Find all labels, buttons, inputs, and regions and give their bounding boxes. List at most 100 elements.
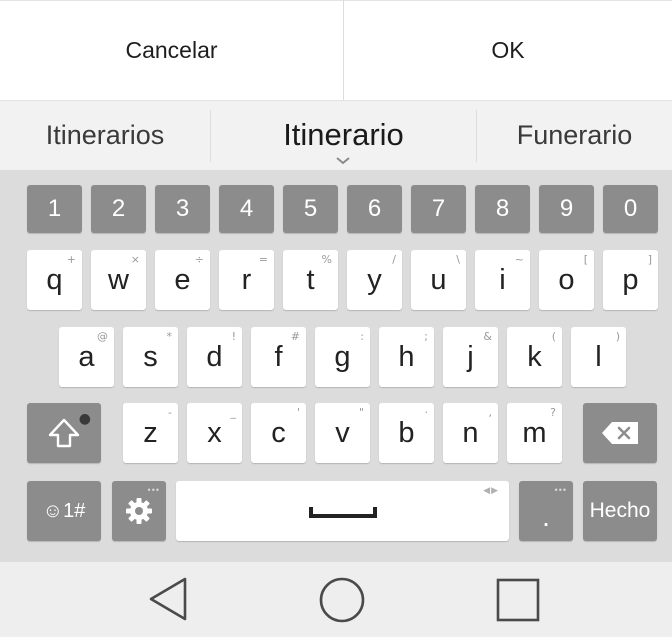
key-hint: @: [97, 330, 108, 343]
key-u[interactable]: u \: [411, 250, 466, 310]
key-6[interactable]: 6: [347, 185, 402, 233]
backspace-key[interactable]: [583, 403, 657, 463]
key-r[interactable]: r =: [219, 250, 274, 310]
key-hint: ]: [647, 253, 652, 266]
done-key[interactable]: Hecho: [583, 481, 657, 541]
back-triangle-icon[interactable]: [145, 575, 191, 623]
cancel-button[interactable]: Cancelar: [0, 0, 344, 100]
shift-icon: [48, 418, 80, 448]
key-4[interactable]: 4: [219, 185, 274, 233]
chevron-down-icon[interactable]: [331, 153, 355, 167]
key-label: x: [207, 416, 222, 449]
key-label: y: [367, 263, 382, 296]
key-f[interactable]: f #: [251, 327, 306, 387]
key-p[interactable]: p]: [603, 250, 658, 310]
key-x[interactable]: x _: [187, 403, 242, 463]
key-g[interactable]: g:: [315, 327, 370, 387]
home-circle-icon[interactable]: [318, 576, 366, 624]
key-w[interactable]: w ×: [91, 250, 146, 310]
more-dots-icon: •••: [554, 485, 567, 495]
key-label: k: [527, 340, 542, 373]
recents-square-icon[interactable]: [495, 577, 541, 623]
key-7[interactable]: 7: [411, 185, 466, 233]
key-label: m: [522, 416, 547, 449]
key-i[interactable]: i ~: [475, 250, 530, 310]
key-5[interactable]: 5: [283, 185, 338, 233]
key-hint: _: [230, 406, 237, 419]
settings-key[interactable]: •••: [112, 481, 166, 541]
space-key[interactable]: ◀▶: [176, 481, 509, 541]
key-8[interactable]: 8: [475, 185, 530, 233]
key-3[interactable]: 3: [155, 185, 210, 233]
suggestion-left[interactable]: Itinerarios: [0, 100, 210, 170]
key-hint: +: [66, 253, 76, 266]
key-label: q: [46, 263, 63, 296]
key-b[interactable]: b ·: [379, 403, 434, 463]
shift-indicator-dot: ●: [78, 411, 91, 427]
key-e[interactable]: e ÷: [155, 250, 210, 310]
key-hint: :: [360, 330, 364, 343]
emoji-symbols-key[interactable]: ☺1#: [27, 481, 101, 541]
key-hint: ?: [550, 406, 556, 419]
key-label: c: [271, 416, 286, 449]
key-0[interactable]: 0: [603, 185, 658, 233]
key-label: n: [462, 416, 479, 449]
key-hint: ·: [424, 406, 429, 419]
cursor-arrows-icon: ◀▶: [483, 485, 499, 495]
key-hint: ×: [130, 253, 140, 266]
key-n[interactable]: n,: [443, 403, 498, 463]
key-label: v: [335, 416, 350, 449]
key-hint: ~: [514, 253, 524, 266]
key-label: p: [622, 263, 639, 296]
key-hint: [: [583, 253, 588, 266]
key-label: d: [206, 340, 223, 373]
key-h[interactable]: h;: [379, 327, 434, 387]
key-label: f: [274, 340, 283, 373]
key-s[interactable]: s *: [123, 327, 178, 387]
more-dots-icon: •••: [147, 485, 160, 495]
key-label: e: [174, 263, 191, 296]
backspace-icon: [602, 422, 638, 444]
key-hint: %: [321, 253, 332, 266]
key-hint: \: [456, 253, 460, 266]
key-9[interactable]: 9: [539, 185, 594, 233]
key-z[interactable]: z-: [123, 403, 178, 463]
key-hint: (: [551, 330, 556, 343]
space-icon: [308, 507, 377, 518]
period-key[interactable]: ••• .: [519, 481, 573, 541]
key-hint: =: [258, 253, 268, 266]
key-label: g: [334, 340, 351, 373]
key-label: l: [595, 340, 602, 373]
key-hint: ": [358, 406, 364, 419]
shift-key[interactable]: ●: [27, 403, 101, 463]
key-a[interactable]: a @: [59, 327, 114, 387]
key-k[interactable]: k(: [507, 327, 562, 387]
key-2[interactable]: 2: [91, 185, 146, 233]
key-hint: ): [615, 330, 620, 343]
key-v[interactable]: v ": [315, 403, 370, 463]
suggestion-right[interactable]: Funerario: [477, 100, 672, 170]
key-label: b: [398, 416, 415, 449]
ok-button[interactable]: OK: [344, 0, 672, 100]
period-label: .: [542, 501, 550, 532]
key-label: r: [241, 263, 252, 296]
key-hint: !: [231, 330, 236, 343]
key-label: h: [398, 340, 415, 373]
key-l[interactable]: l): [571, 327, 626, 387]
key-t[interactable]: t%: [283, 250, 338, 310]
key-j[interactable]: j &: [443, 327, 498, 387]
key-label: i: [499, 263, 506, 296]
key-m[interactable]: m?: [507, 403, 562, 463]
key-label: j: [467, 340, 474, 373]
key-q[interactable]: q +: [27, 250, 82, 310]
key-hint: -: [168, 406, 172, 419]
key-1[interactable]: 1: [27, 185, 82, 233]
key-y[interactable]: y /: [347, 250, 402, 310]
key-label: w: [108, 263, 129, 296]
key-c[interactable]: c ': [251, 403, 306, 463]
key-d[interactable]: d!: [187, 327, 242, 387]
key-o[interactable]: o[: [539, 250, 594, 310]
key-label: z: [143, 416, 158, 449]
key-label: s: [143, 340, 158, 373]
key-hint: &: [483, 330, 492, 343]
